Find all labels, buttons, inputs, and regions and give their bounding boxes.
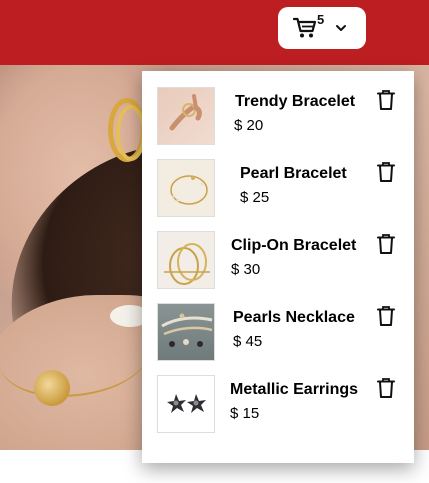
top-navbar: 5: [0, 0, 429, 65]
cart-icon: [293, 17, 317, 38]
product-price: $ 20: [234, 117, 264, 134]
product-thumbnail: [157, 375, 215, 433]
product-thumbnail: [157, 87, 215, 145]
product-price: $ 15: [230, 405, 260, 422]
product-price: $ 25: [240, 189, 270, 206]
cart-item: Metallic Earrings $ 15: [142, 375, 414, 435]
trash-icon[interactable]: [377, 378, 395, 398]
cart-item: Trendy Bracelet $ 20: [142, 87, 414, 147]
chevron-down-icon[interactable]: [335, 23, 347, 33]
product-name: Pearls Necklace: [233, 309, 355, 326]
product-price: $ 30: [231, 261, 261, 278]
product-name: Clip-On Bracelet: [231, 237, 357, 254]
cart-dropdown: Trendy Bracelet $ 20 Pearl Bracelet $ 25: [142, 71, 414, 463]
product-name: Pearl Bracelet: [240, 165, 347, 182]
cart-item: Pearl Bracelet $ 25: [142, 159, 414, 219]
cart-item: Pearls Necklace $ 45: [142, 303, 414, 363]
cart-button[interactable]: 5: [278, 7, 366, 49]
trash-icon[interactable]: [377, 162, 395, 182]
cart-count-badge: 5: [317, 12, 325, 27]
hero-pendant: [34, 370, 70, 406]
trash-icon[interactable]: [377, 306, 395, 326]
product-name: Metallic Earrings: [230, 381, 359, 398]
trash-icon[interactable]: [377, 90, 395, 110]
product-thumbnail: [157, 231, 215, 289]
cart-item: Clip-On Bracelet $ 30: [142, 231, 414, 291]
trash-icon[interactable]: [377, 234, 395, 254]
product-thumbnail: [157, 303, 215, 361]
product-price: $ 45: [233, 333, 263, 350]
product-name: Trendy Bracelet: [235, 93, 356, 110]
product-thumbnail: [157, 159, 215, 217]
